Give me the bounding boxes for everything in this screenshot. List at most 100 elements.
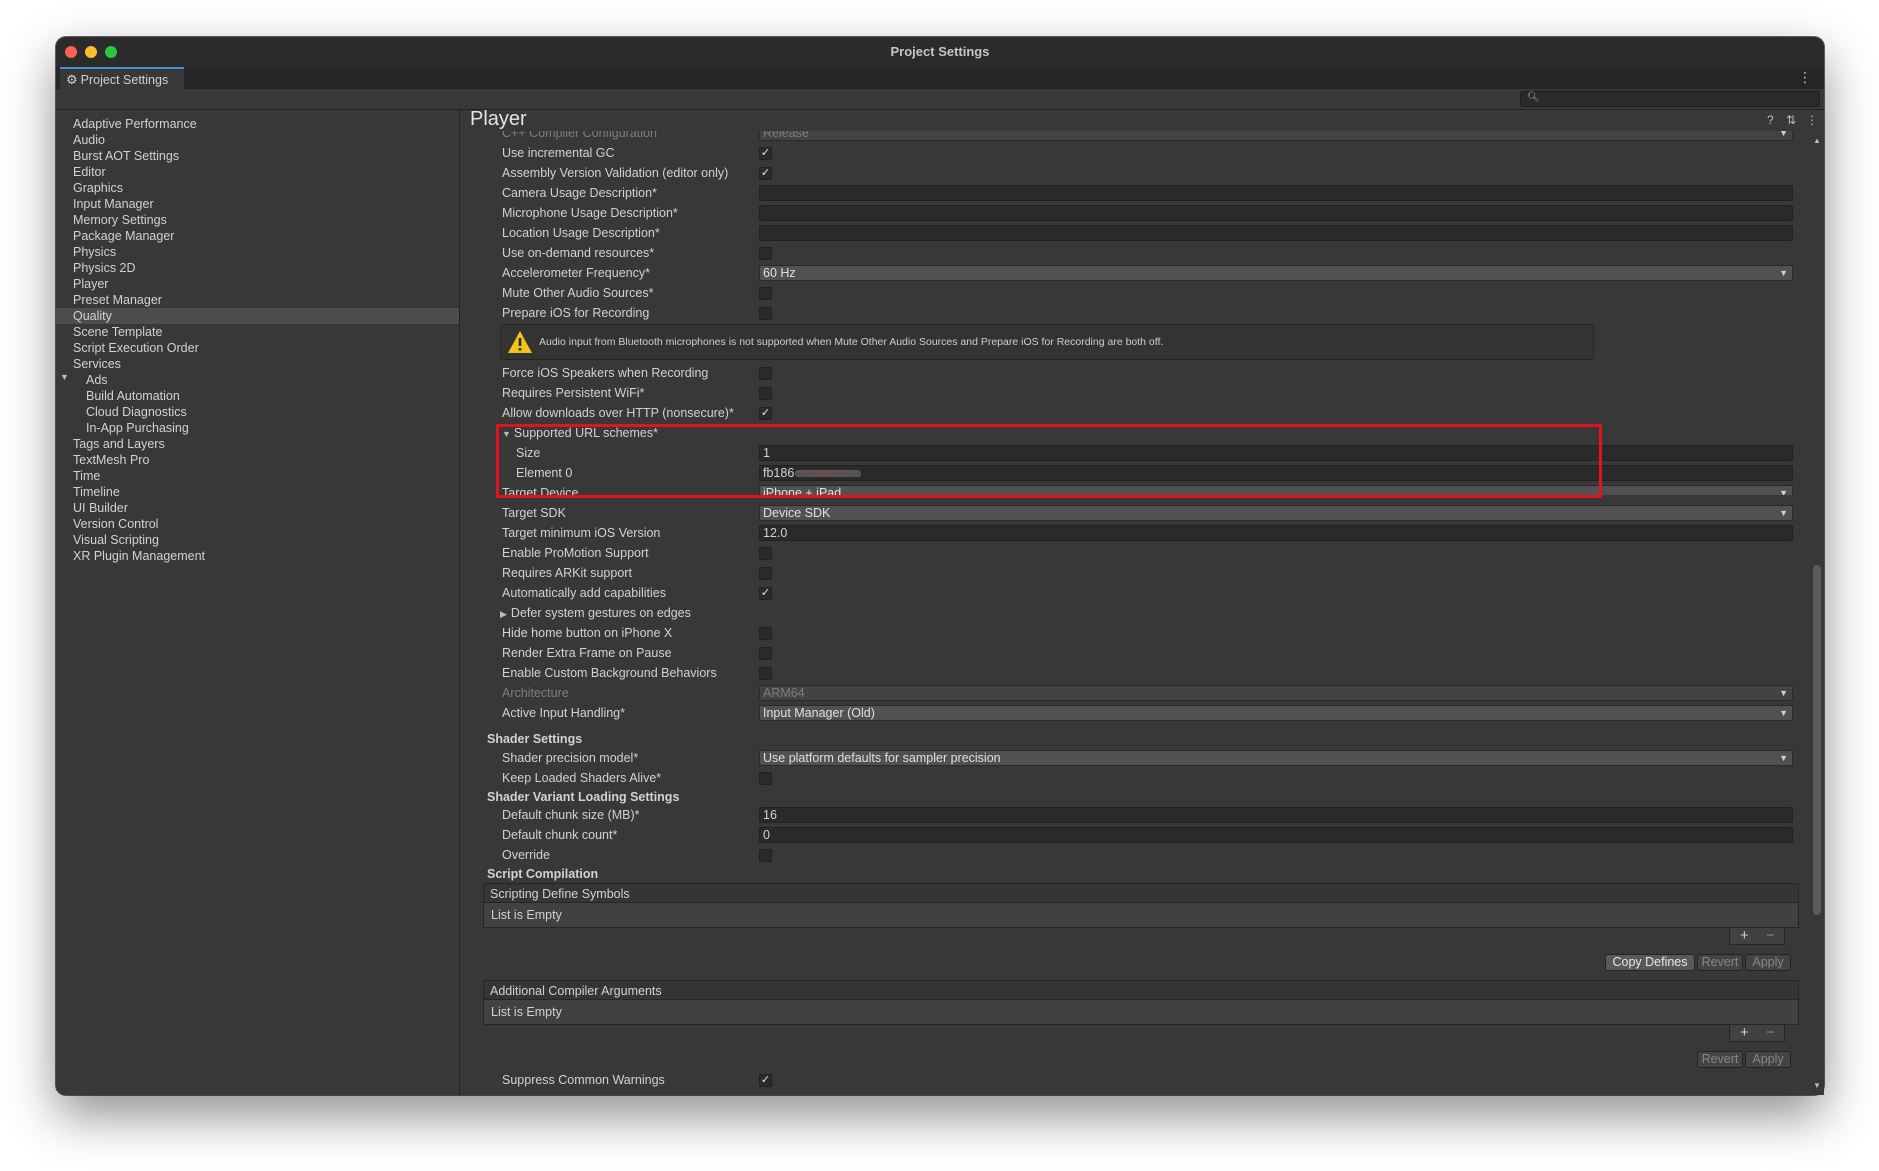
- sidebar-item-cloud-diagnostics[interactable]: Cloud Diagnostics: [86, 404, 187, 420]
- zoom-window-button[interactable]: [105, 46, 117, 58]
- architecture-value: ARM64: [763, 686, 805, 700]
- compiler-args-apply-button[interactable]: Apply: [1745, 1051, 1791, 1068]
- sidebar-item-in-app-purchasing[interactable]: In-App Purchasing: [86, 420, 189, 436]
- sidebar-item-tags-and-layers[interactable]: Tags and Layers: [73, 436, 165, 452]
- force-speakers-checkbox[interactable]: [759, 367, 772, 380]
- auto-capabilities-checkbox[interactable]: ✓: [759, 587, 772, 600]
- scroll-down-icon[interactable]: ▼: [1813, 1081, 1821, 1090]
- chevron-down-icon[interactable]: ▼: [60, 372, 69, 382]
- sidebar-item-services[interactable]: Services: [73, 356, 121, 372]
- hide-home-checkbox[interactable]: [759, 627, 772, 640]
- chevron-down-icon: ▼: [1779, 508, 1788, 518]
- compiler-args-empty: List is Empty: [483, 1000, 1799, 1025]
- sidebar-item-ads[interactable]: Ads: [86, 372, 108, 388]
- camera-usage-field[interactable]: [759, 185, 1793, 201]
- shader-precision-label: Shader precision model*: [502, 751, 639, 765]
- microphone-usage-field[interactable]: [759, 205, 1793, 221]
- variant-loading-heading: Shader Variant Loading Settings: [487, 790, 680, 804]
- minus-button[interactable]: −: [1766, 1025, 1775, 1041]
- sidebar-item-package-manager[interactable]: Package Manager: [73, 228, 174, 244]
- help-icon[interactable]: ?: [1767, 113, 1774, 127]
- extra-frame-checkbox[interactable]: [759, 647, 772, 660]
- promotion-checkbox[interactable]: [759, 547, 772, 560]
- location-usage-field[interactable]: [759, 225, 1793, 241]
- sidebar-item-graphics[interactable]: Graphics: [73, 180, 123, 196]
- plus-button[interactable]: +: [1740, 1025, 1749, 1041]
- apply-button[interactable]: Apply: [1745, 954, 1791, 971]
- sidebar-item-physics-2d[interactable]: Physics 2D: [73, 260, 136, 276]
- chevron-right-icon: ▶: [500, 609, 507, 619]
- custom-bg-checkbox[interactable]: [759, 667, 772, 680]
- sidebar-item-time[interactable]: Time: [73, 468, 100, 484]
- plus-button[interactable]: +: [1740, 928, 1749, 944]
- sidebar-item-textmesh-pro[interactable]: TextMesh Pro: [73, 452, 149, 468]
- minus-button[interactable]: −: [1766, 928, 1775, 944]
- minimize-window-button[interactable]: [85, 46, 97, 58]
- define-symbols-empty: List is Empty: [483, 903, 1799, 928]
- sidebar-item-input-manager[interactable]: Input Manager: [73, 196, 154, 212]
- sidebar-item-adaptive-performance[interactable]: Adaptive Performance: [73, 116, 197, 132]
- sidebar-item-xr-plugin-management[interactable]: XR Plugin Management: [73, 548, 205, 564]
- http-downloads-checkbox[interactable]: ✓: [759, 407, 772, 420]
- compiler-args-header: Additional Compiler Arguments: [483, 980, 1799, 1000]
- override-checkbox[interactable]: [759, 849, 772, 862]
- sidebar-item-build-automation[interactable]: Build Automation: [86, 388, 180, 404]
- mute-audio-label: Mute Other Audio Sources*: [502, 286, 654, 300]
- tab-project-settings[interactable]: ⚙ Project Settings: [60, 67, 185, 89]
- revert-button[interactable]: Revert: [1697, 954, 1743, 971]
- kebab-menu-icon[interactable]: ⋮: [1798, 69, 1812, 86]
- min-ios-field[interactable]: 12.0: [759, 525, 1793, 541]
- sidebar-item-timeline[interactable]: Timeline: [73, 484, 120, 500]
- persistent-wifi-checkbox[interactable]: [759, 387, 772, 400]
- microphone-usage-label: Microphone Usage Description*: [502, 206, 678, 220]
- scroll-up-icon[interactable]: ▲: [1813, 136, 1821, 145]
- sidebar-item-burst-aot[interactable]: Burst AOT Settings: [73, 148, 179, 164]
- kebab-menu-icon[interactable]: ⋮: [1806, 113, 1818, 127]
- sidebar-item-version-control[interactable]: Version Control: [73, 516, 158, 532]
- input-handling-label: Active Input Handling*: [502, 706, 625, 720]
- prepare-recording-checkbox[interactable]: [759, 307, 772, 320]
- assembly-validation-checkbox[interactable]: ✓: [759, 167, 772, 180]
- preset-icon[interactable]: ⇅: [1786, 113, 1796, 127]
- mute-audio-checkbox[interactable]: [759, 287, 772, 300]
- on-demand-resources-checkbox[interactable]: [759, 247, 772, 260]
- sidebar-item-physics[interactable]: Physics: [73, 244, 116, 260]
- arkit-label: Requires ARKit support: [502, 566, 632, 580]
- chunk-size-field[interactable]: 16: [759, 807, 1793, 823]
- sidebar-item-ui-builder[interactable]: UI Builder: [73, 500, 128, 516]
- sidebar-item-quality[interactable]: Quality: [73, 308, 112, 324]
- sidebar-item-memory-settings[interactable]: Memory Settings: [73, 212, 167, 228]
- search-input[interactable]: 🔍︎: [1520, 91, 1820, 107]
- sidebar-item-visual-scripting[interactable]: Visual Scripting: [73, 532, 159, 548]
- architecture-dropdown: ARM64 ▼: [759, 685, 1793, 701]
- scrollbar-thumb[interactable]: [1813, 565, 1821, 915]
- chunk-count-field[interactable]: 0: [759, 827, 1793, 843]
- page-title: Player: [470, 108, 527, 130]
- close-window-button[interactable]: [65, 46, 77, 58]
- sidebar-item-audio[interactable]: Audio: [73, 132, 105, 148]
- persistent-wifi-label: Requires Persistent WiFi*: [502, 386, 645, 400]
- input-handling-dropdown[interactable]: Input Manager (Old) ▼: [759, 705, 1793, 721]
- arkit-checkbox[interactable]: [759, 567, 772, 580]
- vertical-scrollbar[interactable]: ▲ ▼: [1810, 130, 1824, 1095]
- copy-defines-button[interactable]: Copy Defines: [1605, 954, 1695, 971]
- defer-gestures-foldout[interactable]: ▶ Defer system gestures on edges: [500, 605, 691, 621]
- sidebar-item-preset-manager[interactable]: Preset Manager: [73, 292, 162, 308]
- keep-loaded-shaders-checkbox[interactable]: [759, 772, 772, 785]
- input-handling-value: Input Manager (Old): [763, 706, 875, 720]
- incremental-gc-label: Use incremental GC: [502, 146, 615, 160]
- script-compilation-heading: Script Compilation: [487, 867, 599, 881]
- sidebar-item-player[interactable]: Player: [73, 276, 108, 292]
- compiler-args-revert-button[interactable]: Revert: [1697, 1051, 1743, 1068]
- sidebar-item-script-execution-order[interactable]: Script Execution Order: [73, 340, 199, 356]
- suppress-warnings-checkbox[interactable]: ✓: [759, 1074, 772, 1087]
- accelerometer-dropdown[interactable]: 60 Hz ▼: [759, 265, 1793, 281]
- min-ios-label: Target minimum iOS Version: [502, 526, 661, 540]
- target-sdk-dropdown[interactable]: Device SDK ▼: [759, 505, 1793, 521]
- gear-icon: ⚙: [66, 72, 78, 87]
- incremental-gc-checkbox[interactable]: ✓: [759, 147, 772, 160]
- shader-precision-dropdown[interactable]: Use platform defaults for sampler precis…: [759, 750, 1793, 766]
- accelerometer-label: Accelerometer Frequency*: [502, 266, 650, 280]
- sidebar-item-scene-template[interactable]: Scene Template: [73, 324, 162, 340]
- sidebar-item-editor[interactable]: Editor: [73, 164, 106, 180]
